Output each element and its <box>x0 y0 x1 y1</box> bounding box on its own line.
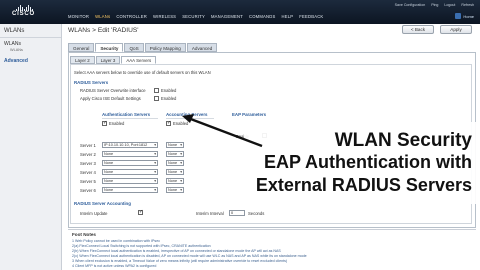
nav-wlans[interactable]: WLANs <box>95 14 110 19</box>
auth-header-rule <box>102 118 158 119</box>
foot-note-5: 3 When client exclusion is enabled, a Ti… <box>72 259 288 263</box>
overwrite-interface-label: RADIUS Server Overwrite interface <box>80 88 146 93</box>
server-6-auth-select[interactable]: None <box>102 187 158 193</box>
server-3-acct-select[interactable]: None <box>166 160 184 166</box>
breadcrumb: WLANs > Edit 'RADIUS' <box>68 27 139 34</box>
home-icon <box>455 13 462 19</box>
server-3-label: Server 3 <box>80 161 96 166</box>
acct-enabled-checkbox[interactable] <box>166 120 171 126</box>
foot-note-4: 2(c) When FlexConnect local authenticati… <box>72 254 307 258</box>
server-6-acct-select[interactable]: None <box>166 187 184 193</box>
sidebar-subitem-wlans[interactable]: WLANs <box>10 48 23 52</box>
home-label: Home <box>463 13 474 19</box>
overlay-title-line-1: WLAN Security <box>334 130 472 151</box>
tab-advanced[interactable]: Advanced <box>186 43 218 52</box>
acct-header-rule <box>166 118 214 119</box>
nav-help[interactable]: HELP <box>281 14 293 19</box>
nav-feedback[interactable]: FEEDBACK <box>299 14 323 19</box>
interim-update-checkbox[interactable] <box>138 209 143 215</box>
nav-commands[interactable]: COMMANDS <box>249 14 276 19</box>
server-1-acct-select[interactable]: None <box>166 142 184 148</box>
accounting-servers-heading: Accounting Servers <box>166 112 208 117</box>
server-6-label: Server 6 <box>80 188 96 193</box>
overwrite-interface-enabled-label: Enabled <box>161 88 177 93</box>
subtab-aaa-servers[interactable]: AAA Servers <box>121 56 157 64</box>
server-2-acct-select[interactable]: None <box>166 151 184 157</box>
save-configuration-link[interactable]: Save Configuration <box>395 3 426 7</box>
apply-button[interactable]: Apply <box>440 25 472 34</box>
interim-interval-label: Interim Interval <box>196 211 224 216</box>
seconds-label: Seconds <box>248 211 265 216</box>
cisco-ise-enabled-label: Enabled <box>161 96 177 101</box>
foot-note-2: 2(a) FlexConnect Local Switching is not … <box>72 244 211 248</box>
server-5-acct-select[interactable]: None <box>166 178 184 184</box>
radius-servers-heading: RADIUS Servers <box>74 80 109 85</box>
security-subtabs: Layer 2 Layer 3 AAA Servers <box>70 56 157 64</box>
server-5-label: Server 5 <box>80 179 96 184</box>
refresh-link[interactable]: Refresh <box>461 3 474 7</box>
eap-parameters-heading: EAP Parameters <box>232 112 267 117</box>
top-links: Save Configuration Ping Logout Refresh <box>395 3 474 7</box>
cisco-ise-label: Apply Cisco ISE Default Settings <box>80 96 141 101</box>
cisco-logo[interactable]: CISCO <box>8 5 48 19</box>
overlay-title-line-3: External RADIUS Servers <box>255 175 472 195</box>
back-button[interactable]: < Back <box>402 25 434 34</box>
foot-notes: Foot Notes 1 Web Policy cannot be used i… <box>68 229 476 270</box>
tab-policy-mapping[interactable]: Policy Mapping <box>144 43 186 52</box>
server-5-auth-select[interactable]: None <box>102 178 158 184</box>
top-header: CISCO MONITOR WLANs CONTROLLER WIRELESS … <box>0 0 480 24</box>
tab-security[interactable]: Security <box>95 43 124 52</box>
interim-update-label: Interim Update <box>80 211 108 216</box>
server-2-auth-select[interactable]: None <box>102 151 158 157</box>
nav-controller[interactable]: CONTROLLER <box>116 14 147 19</box>
sidebar-item-advanced[interactable]: Advanced <box>4 58 28 64</box>
nav-management[interactable]: MANAGEMENT <box>211 14 243 19</box>
overwrite-interface-checkbox[interactable] <box>154 88 159 93</box>
foot-note-1: 1 Web Policy cannot be used in combinati… <box>72 239 161 243</box>
nav-wireless[interactable]: WIRELESS <box>153 14 176 19</box>
tab-general[interactable]: General <box>68 43 95 52</box>
server-2-label: Server 2 <box>80 152 96 157</box>
aaa-intro-text: Select AAA servers below to override use… <box>74 70 211 75</box>
acct-enabled-label: Enabled <box>173 121 189 126</box>
tab-qos[interactable]: QoS <box>124 43 144 52</box>
foot-notes-title: Foot Notes <box>72 232 96 237</box>
auth-enabled-checkbox[interactable] <box>102 120 107 126</box>
sidebar-item-wlans[interactable]: WLANs <box>4 41 21 47</box>
interim-interval-input[interactable]: 0 <box>229 210 245 216</box>
sidebar: WLANs WLANs WLANs Advanced <box>0 24 62 270</box>
cisco-wordmark: CISCO <box>12 11 36 17</box>
sidebar-divider <box>0 37 61 38</box>
server-4-auth-select[interactable]: None <box>102 169 158 175</box>
main-tabs: General Security QoS Policy Mapping Adva… <box>68 43 218 52</box>
home-link[interactable]: Home <box>455 13 474 19</box>
server-3-auth-select[interactable]: None <box>102 160 158 166</box>
foot-note-3: 2(b) When FlexConnect local authenticati… <box>72 249 281 253</box>
authentication-servers-heading: Authentication Servers <box>102 112 151 117</box>
overlay-title-line-2: EAP Authentication with <box>263 152 472 172</box>
logout-link[interactable]: Logout <box>444 3 455 7</box>
auth-enabled-label: Enabled <box>109 121 125 126</box>
server-1-label: Server 1 <box>80 143 96 148</box>
top-nav: MONITOR WLANs CONTROLLER WIRELESS SECURI… <box>68 14 323 19</box>
subtab-layer-2[interactable]: Layer 2 <box>70 56 95 64</box>
subtab-layer-3[interactable]: Layer 3 <box>95 56 121 64</box>
ping-link[interactable]: Ping <box>431 3 438 7</box>
sidebar-title: WLANs <box>4 28 25 34</box>
server-1-auth-select[interactable]: IP:10.10.10.10, Port:1812 <box>102 142 158 148</box>
nav-monitor[interactable]: MONITOR <box>68 14 89 19</box>
radius-accounting-heading: RADIUS Server Accounting <box>74 201 131 206</box>
cisco-ise-checkbox[interactable] <box>154 96 159 101</box>
server-4-acct-select[interactable]: None <box>166 169 184 175</box>
foot-note-6: 4 Client MFP is not active unless WPA2 i… <box>72 264 157 268</box>
server-4-label: Server 4 <box>80 170 96 175</box>
nav-security[interactable]: SECURITY <box>182 14 205 19</box>
